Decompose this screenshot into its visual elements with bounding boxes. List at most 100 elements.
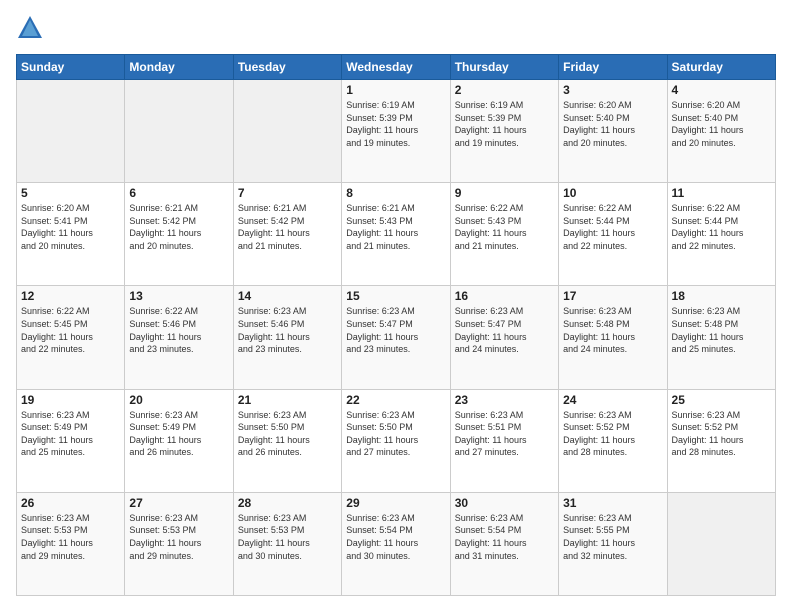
day-number: 9	[455, 186, 554, 200]
day-info: Sunrise: 6:19 AM Sunset: 5:39 PM Dayligh…	[455, 99, 554, 149]
day-cell: 13 Sunrise: 6:22 AM Sunset: 5:46 PM Dayli…	[125, 286, 233, 389]
weekday-header-tuesday: Tuesday	[233, 55, 341, 80]
day-number: 18	[672, 289, 771, 303]
day-info: Sunrise: 6:23 AM Sunset: 5:54 PM Dayligh…	[455, 512, 554, 562]
day-cell: 23 Sunrise: 6:23 AM Sunset: 5:51 PM Dayli…	[450, 389, 558, 492]
day-info: Sunrise: 6:21 AM Sunset: 5:42 PM Dayligh…	[238, 202, 337, 252]
day-info: Sunrise: 6:22 AM Sunset: 5:45 PM Dayligh…	[21, 305, 120, 355]
day-info: Sunrise: 6:23 AM Sunset: 5:47 PM Dayligh…	[455, 305, 554, 355]
day-cell: 27 Sunrise: 6:23 AM Sunset: 5:53 PM Dayli…	[125, 492, 233, 595]
week-row-1: 1Sunrise: 6:19 AM Sunset: 5:39 PM Daylig…	[17, 80, 776, 183]
day-number: 2	[455, 83, 554, 97]
day-cell	[125, 80, 233, 183]
day-cell: 21 Sunrise: 6:23 AM Sunset: 5:50 PM Dayli…	[233, 389, 341, 492]
day-info: Sunrise: 6:20 AM Sunset: 5:40 PM Dayligh…	[563, 99, 662, 149]
day-cell: 10 Sunrise: 6:22 AM Sunset: 5:44 PM Dayli…	[559, 183, 667, 286]
week-row-4: 19 Sunrise: 6:23 AM Sunset: 5:49 PM Dayli…	[17, 389, 776, 492]
day-cell: 30 Sunrise: 6:23 AM Sunset: 5:54 PM Dayli…	[450, 492, 558, 595]
day-number: 23	[455, 393, 554, 407]
weekday-header-row: SundayMondayTuesdayWednesdayThursdayFrid…	[17, 55, 776, 80]
day-cell: 8 Sunrise: 6:21 AM Sunset: 5:43 PM Daylig…	[342, 183, 450, 286]
day-info: Sunrise: 6:22 AM Sunset: 5:44 PM Dayligh…	[672, 202, 771, 252]
day-number: 27	[129, 496, 228, 510]
day-number: 14	[238, 289, 337, 303]
day-cell	[667, 492, 775, 595]
day-cell: 5Sunrise: 6:20 AM Sunset: 5:41 PM Daylig…	[17, 183, 125, 286]
day-cell: 3 Sunrise: 6:20 AM Sunset: 5:40 PM Daylig…	[559, 80, 667, 183]
weekday-header-sunday: Sunday	[17, 55, 125, 80]
day-cell: 11 Sunrise: 6:22 AM Sunset: 5:44 PM Dayli…	[667, 183, 775, 286]
logo-icon	[16, 14, 44, 42]
week-row-5: 26 Sunrise: 6:23 AM Sunset: 5:53 PM Dayli…	[17, 492, 776, 595]
day-number: 3	[563, 83, 662, 97]
logo	[16, 16, 48, 44]
week-row-3: 12Sunrise: 6:22 AM Sunset: 5:45 PM Dayli…	[17, 286, 776, 389]
day-cell: 7 Sunrise: 6:21 AM Sunset: 5:42 PM Daylig…	[233, 183, 341, 286]
day-cell: 29 Sunrise: 6:23 AM Sunset: 5:54 PM Dayli…	[342, 492, 450, 595]
day-number: 13	[129, 289, 228, 303]
day-cell: 4 Sunrise: 6:20 AM Sunset: 5:40 PM Daylig…	[667, 80, 775, 183]
day-number: 26	[21, 496, 120, 510]
weekday-header-friday: Friday	[559, 55, 667, 80]
day-info: Sunrise: 6:23 AM Sunset: 5:53 PM Dayligh…	[238, 512, 337, 562]
day-number: 20	[129, 393, 228, 407]
day-number: 8	[346, 186, 445, 200]
day-info: Sunrise: 6:20 AM Sunset: 5:40 PM Dayligh…	[672, 99, 771, 149]
day-cell: 31Sunrise: 6:23 AM Sunset: 5:55 PM Dayli…	[559, 492, 667, 595]
day-cell: 19 Sunrise: 6:23 AM Sunset: 5:49 PM Dayli…	[17, 389, 125, 492]
day-info: Sunrise: 6:22 AM Sunset: 5:46 PM Dayligh…	[129, 305, 228, 355]
day-number: 29	[346, 496, 445, 510]
day-info: Sunrise: 6:23 AM Sunset: 5:48 PM Dayligh…	[672, 305, 771, 355]
day-cell: 25Sunrise: 6:23 AM Sunset: 5:52 PM Dayli…	[667, 389, 775, 492]
day-number: 17	[563, 289, 662, 303]
day-info: Sunrise: 6:23 AM Sunset: 5:54 PM Dayligh…	[346, 512, 445, 562]
header	[16, 16, 776, 44]
day-info: Sunrise: 6:23 AM Sunset: 5:53 PM Dayligh…	[129, 512, 228, 562]
day-info: Sunrise: 6:23 AM Sunset: 5:49 PM Dayligh…	[21, 409, 120, 459]
day-number: 10	[563, 186, 662, 200]
day-cell: 28 Sunrise: 6:23 AM Sunset: 5:53 PM Dayli…	[233, 492, 341, 595]
day-cell	[17, 80, 125, 183]
day-cell: 12Sunrise: 6:22 AM Sunset: 5:45 PM Dayli…	[17, 286, 125, 389]
day-cell: 20 Sunrise: 6:23 AM Sunset: 5:49 PM Dayli…	[125, 389, 233, 492]
day-cell: 1Sunrise: 6:19 AM Sunset: 5:39 PM Daylig…	[342, 80, 450, 183]
calendar-table: SundayMondayTuesdayWednesdayThursdayFrid…	[16, 54, 776, 596]
day-number: 19	[21, 393, 120, 407]
day-number: 11	[672, 186, 771, 200]
day-info: Sunrise: 6:23 AM Sunset: 5:50 PM Dayligh…	[238, 409, 337, 459]
page: SundayMondayTuesdayWednesdayThursdayFrid…	[0, 0, 792, 612]
day-cell: 16 Sunrise: 6:23 AM Sunset: 5:47 PM Dayli…	[450, 286, 558, 389]
weekday-header-saturday: Saturday	[667, 55, 775, 80]
day-number: 28	[238, 496, 337, 510]
day-number: 6	[129, 186, 228, 200]
weekday-header-monday: Monday	[125, 55, 233, 80]
day-cell: 17 Sunrise: 6:23 AM Sunset: 5:48 PM Dayli…	[559, 286, 667, 389]
day-number: 21	[238, 393, 337, 407]
day-info: Sunrise: 6:23 AM Sunset: 5:49 PM Dayligh…	[129, 409, 228, 459]
day-number: 22	[346, 393, 445, 407]
day-number: 7	[238, 186, 337, 200]
day-number: 30	[455, 496, 554, 510]
day-cell: 2 Sunrise: 6:19 AM Sunset: 5:39 PM Daylig…	[450, 80, 558, 183]
day-cell: 6 Sunrise: 6:21 AM Sunset: 5:42 PM Daylig…	[125, 183, 233, 286]
day-cell: 24 Sunrise: 6:23 AM Sunset: 5:52 PM Dayli…	[559, 389, 667, 492]
day-cell	[233, 80, 341, 183]
day-info: Sunrise: 6:23 AM Sunset: 5:52 PM Dayligh…	[563, 409, 662, 459]
day-info: Sunrise: 6:23 AM Sunset: 5:53 PM Dayligh…	[21, 512, 120, 562]
day-info: Sunrise: 6:22 AM Sunset: 5:44 PM Dayligh…	[563, 202, 662, 252]
day-number: 25	[672, 393, 771, 407]
day-number: 4	[672, 83, 771, 97]
day-info: Sunrise: 6:21 AM Sunset: 5:43 PM Dayligh…	[346, 202, 445, 252]
day-number: 24	[563, 393, 662, 407]
day-info: Sunrise: 6:21 AM Sunset: 5:42 PM Dayligh…	[129, 202, 228, 252]
day-info: Sunrise: 6:20 AM Sunset: 5:41 PM Dayligh…	[21, 202, 120, 252]
day-cell: 15Sunrise: 6:23 AM Sunset: 5:47 PM Dayli…	[342, 286, 450, 389]
day-cell: 18 Sunrise: 6:23 AM Sunset: 5:48 PM Dayli…	[667, 286, 775, 389]
day-cell: 22 Sunrise: 6:23 AM Sunset: 5:50 PM Dayli…	[342, 389, 450, 492]
day-info: Sunrise: 6:23 AM Sunset: 5:50 PM Dayligh…	[346, 409, 445, 459]
day-info: Sunrise: 6:23 AM Sunset: 5:48 PM Dayligh…	[563, 305, 662, 355]
day-cell: 14Sunrise: 6:23 AM Sunset: 5:46 PM Dayli…	[233, 286, 341, 389]
day-number: 16	[455, 289, 554, 303]
day-number: 15	[346, 289, 445, 303]
day-info: Sunrise: 6:23 AM Sunset: 5:51 PM Dayligh…	[455, 409, 554, 459]
